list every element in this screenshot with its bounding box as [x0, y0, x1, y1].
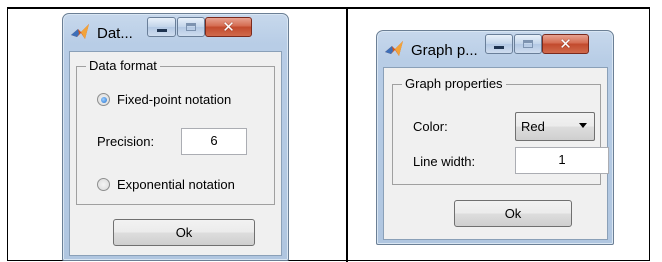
close-button[interactable]: ✕: [542, 34, 589, 54]
window-title: Dat...: [97, 25, 133, 42]
color-dropdown-value: Red: [521, 119, 545, 134]
dialog-body: Graph properties Color: Red Line width: …: [383, 67, 609, 240]
matlab-icon: [385, 41, 403, 56]
precision-input[interactable]: 6: [181, 128, 247, 155]
fixed-point-radio[interactable]: [97, 93, 110, 106]
maximize-icon: [523, 40, 533, 48]
matlab-icon: [71, 24, 89, 39]
minimize-button[interactable]: [485, 34, 513, 54]
group-label: Graph properties: [402, 76, 506, 91]
data-format-dialog: Dat... ✕ Data format Fixed-point notatio…: [62, 13, 289, 261]
close-icon: ✕: [222, 17, 235, 36]
dialog-body: Data format Fixed-point notation Precisi…: [69, 51, 282, 256]
exponential-radio[interactable]: [97, 178, 110, 191]
ok-button[interactable]: Ok: [113, 219, 255, 246]
data-format-group: Data format Fixed-point notation Precisi…: [76, 58, 275, 205]
exponential-label[interactable]: Exponential notation: [117, 177, 235, 192]
maximize-button[interactable]: [177, 17, 205, 37]
chevron-down-icon: [579, 123, 587, 128]
title-bar[interactable]: Dat... ✕: [63, 14, 288, 47]
line-width-label: Line width:: [413, 154, 476, 169]
column-divider: [346, 7, 348, 262]
color-label: Color:: [413, 119, 448, 134]
line-width-input[interactable]: 1: [515, 147, 609, 174]
ok-button[interactable]: Ok: [454, 200, 572, 227]
fixed-point-label[interactable]: Fixed-point notation: [117, 92, 231, 107]
graph-properties-dialog: Graph p... ✕ Graph properties Color: Red…: [376, 30, 614, 245]
minimize-button[interactable]: [147, 17, 176, 37]
title-bar[interactable]: Graph p... ✕: [377, 31, 613, 64]
minimize-icon: [494, 46, 504, 49]
close-button[interactable]: ✕: [205, 17, 252, 37]
close-icon: ✕: [559, 34, 572, 53]
minimize-icon: [156, 29, 167, 32]
precision-label: Precision:: [97, 134, 155, 149]
graph-properties-group: Graph properties Color: Red Line width: …: [392, 76, 609, 185]
color-dropdown[interactable]: Red: [515, 112, 595, 141]
maximize-button[interactable]: [514, 34, 542, 54]
window-title: Graph p...: [411, 42, 478, 59]
maximize-icon: [186, 23, 196, 31]
group-label: Data format: [86, 58, 160, 73]
